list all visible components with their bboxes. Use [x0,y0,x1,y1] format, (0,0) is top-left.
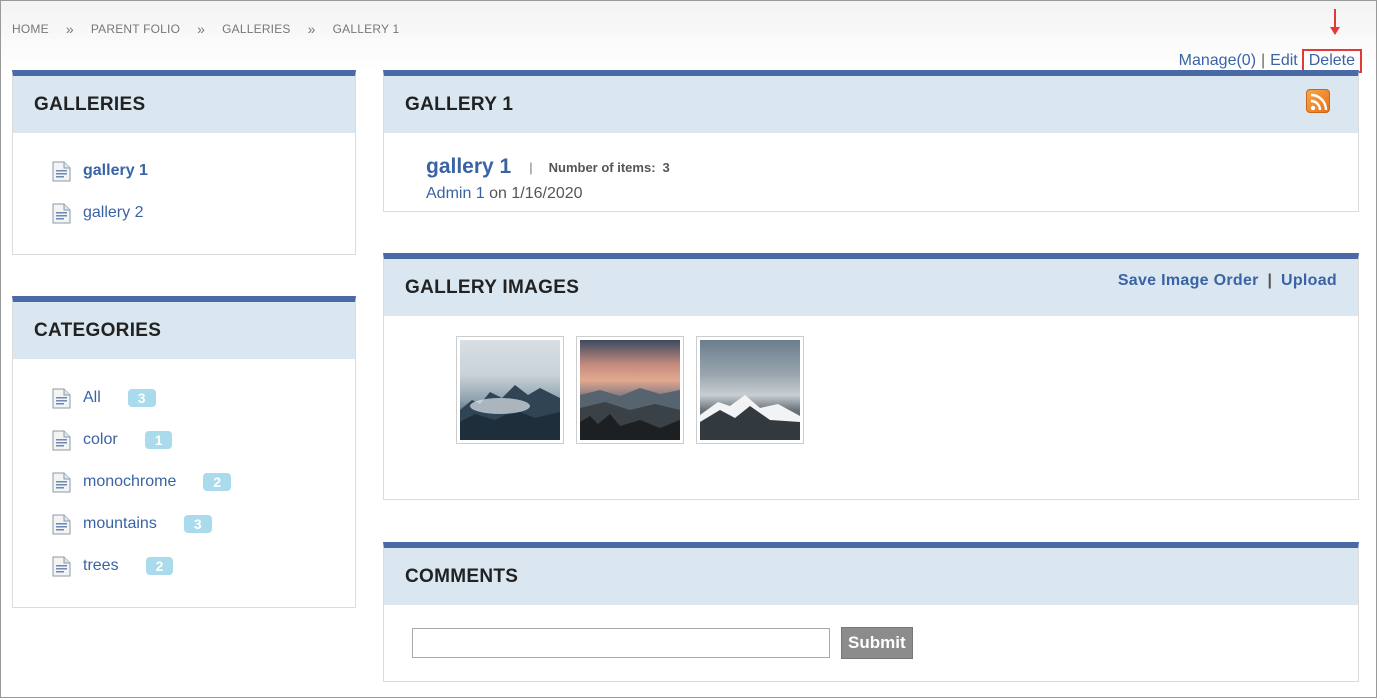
image-thumbnail [580,340,680,440]
list-item: gallery 1 [52,150,355,192]
gallery-link-2[interactable]: gallery 2 [83,204,143,222]
gallery-info: gallery 1 | Number of items: 3 Admin 1 o… [384,133,1358,203]
post-date: on 1/16/2020 [489,185,583,202]
image-thumbnail [700,340,800,440]
comments-panel-title: COMMENTS [384,548,1358,605]
breadcrumb-galleries[interactable]: GALLERIES [222,22,291,36]
gallery-panel-title-text: GALLERY 1 [405,93,514,115]
galleries-panel-title: GALLERIES [13,76,355,133]
list-item: trees 2 [52,545,355,587]
edit-link[interactable]: Edit [1270,52,1298,70]
list-item: gallery 2 [52,192,355,234]
gallery-thumbnail-2[interactable] [576,336,684,444]
document-icon [52,388,71,408]
breadcrumb-current: GALLERY 1 [332,22,400,36]
manage-link[interactable]: Manage(0) [1179,52,1256,70]
category-link-mountains[interactable]: mountains [83,515,157,533]
submit-button[interactable]: Submit [841,627,913,659]
category-link-monochrome[interactable]: monochrome [83,473,176,491]
gallery-images-title-text: GALLERY IMAGES [405,276,580,298]
category-link-color[interactable]: color [83,431,118,449]
breadcrumb-separator: » [65,21,74,37]
pipe-separator: | [1261,52,1266,69]
gallery-title-link[interactable]: gallery 1 [426,155,511,179]
comment-input[interactable] [412,628,830,658]
count-badge: 2 [145,557,174,575]
list-item: monochrome 2 [52,461,355,503]
gallery-images-panel-title: GALLERY IMAGES Save Image Order | Upload [384,259,1358,316]
count-badge: 2 [203,473,232,491]
save-image-order-link[interactable]: Save Image Order [1118,272,1259,289]
gallery-thumbnail-1[interactable] [456,336,564,444]
list-item: color 1 [52,419,355,461]
gallery-thumbnail-3[interactable] [696,336,804,444]
document-icon [52,472,71,492]
list-item: All 3 [52,377,355,419]
galleries-list: gallery 1 gallery 2 [13,133,355,234]
count-badge: 3 [183,515,212,533]
author-link[interactable]: Admin 1 [426,185,485,202]
categories-list: All 3 color 1 monochrome 2 mountains 3 t… [13,359,355,587]
gallery-images-panel: GALLERY IMAGES Save Image Order | Upload [383,253,1359,500]
document-icon [52,514,71,534]
thumbnail-grid [384,316,1358,444]
pipe-separator: | [1267,272,1273,289]
delete-link[interactable]: Delete [1309,52,1355,69]
rss-icon[interactable] [1306,89,1330,113]
breadcrumb: HOME » PARENT FOLIO » GALLERIES » GALLER… [12,21,399,37]
document-icon [52,161,71,181]
galleries-panel: GALLERIES gallery 1 gallery 2 [12,70,356,255]
categories-panel: CATEGORIES All 3 color 1 monochrome 2 mo… [12,296,356,608]
gallery-panel-title: GALLERY 1 [384,76,1358,133]
image-thumbnail [460,340,560,440]
items-count-value: 3 [662,159,670,175]
category-link-trees[interactable]: trees [83,557,119,575]
document-icon [52,430,71,450]
count-badge: 1 [144,431,173,449]
count-badge: 3 [127,389,156,407]
document-icon [52,203,71,223]
breadcrumb-home[interactable]: HOME [12,22,49,36]
document-icon [52,556,71,576]
breadcrumb-parent-folio[interactable]: PARENT FOLIO [91,22,180,36]
gallery-panel: GALLERY 1 gallery 1 | Number of items: 3… [383,70,1359,212]
separator: | [529,159,533,175]
image-actions: Save Image Order | Upload [1118,272,1337,290]
upload-link[interactable]: Upload [1281,272,1337,289]
comment-form: Submit [384,605,1358,659]
categories-panel-title: CATEGORIES [13,302,355,359]
category-link-all[interactable]: All [83,389,101,407]
comments-panel: COMMENTS Submit [383,542,1359,682]
breadcrumb-separator: » [197,21,206,37]
items-count-label: Number of items: [548,159,656,175]
breadcrumb-separator: » [307,21,316,37]
list-item: mountains 3 [52,503,355,545]
red-arrow-indicator [1330,9,1340,35]
gallery-link-1[interactable]: gallery 1 [83,162,148,180]
